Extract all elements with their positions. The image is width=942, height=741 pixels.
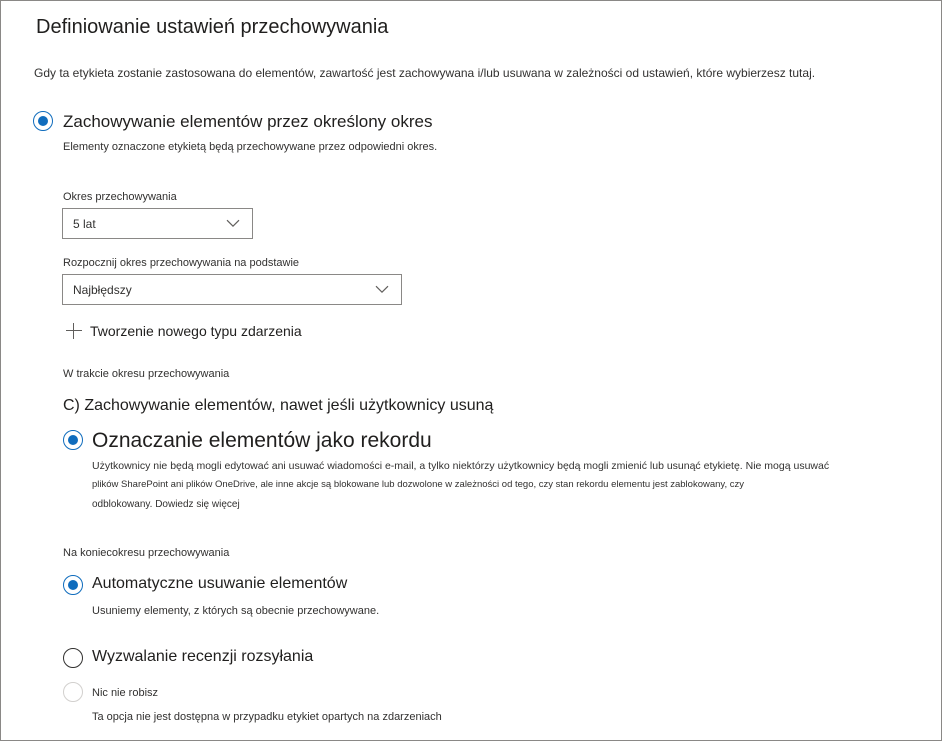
retention-period-label: Okres przechowywania bbox=[63, 191, 177, 203]
mark-record-label[interactable]: Oznaczanie elementów jako rekordu bbox=[92, 429, 432, 453]
do-nothing-radio bbox=[63, 682, 83, 702]
retention-period-dropdown[interactable]: 5 lat bbox=[62, 208, 253, 239]
add-icon[interactable] bbox=[66, 323, 82, 339]
chevron-down-icon bbox=[375, 285, 389, 293]
retention-period-value: 5 lat bbox=[73, 216, 96, 231]
retention-settings-panel: Definiowanie ustawień przechowywania Gdy… bbox=[0, 0, 942, 741]
auto-delete-radio[interactable] bbox=[63, 575, 83, 595]
retain-period-description: Elementy oznaczone etykietą będą przecho… bbox=[63, 141, 438, 153]
disposition-review-label[interactable]: Wyzwalanie recenzji rozsyłania bbox=[92, 648, 313, 666]
create-event-type-link[interactable]: Tworzenie nowego typu zdarzenia bbox=[90, 323, 302, 339]
retain-period-radio[interactable] bbox=[33, 111, 53, 131]
during-period-label: W trakcie okresu przechowywania bbox=[63, 368, 230, 380]
do-nothing-description: Ta opcja nie jest dostępna w przypadku e… bbox=[92, 711, 442, 723]
mark-record-description-3: odblokowany. Dowiedz się więcej bbox=[92, 499, 240, 510]
start-based-on-dropdown[interactable]: Najbłędszy bbox=[62, 274, 402, 305]
mark-record-description-1: Użytkownicy nie będą mogli edytować ani … bbox=[92, 460, 830, 472]
chevron-down-icon bbox=[226, 219, 240, 227]
page-intro: Gdy ta etykieta zostanie zastosowana do … bbox=[34, 66, 816, 80]
auto-delete-description: Usuniemy elementy, z których są obecnie … bbox=[92, 605, 380, 617]
end-of-period-label: Na koniecokresu przechowywania bbox=[63, 547, 230, 559]
start-based-on-label: Rozpocznij okres przechowywania na podst… bbox=[63, 257, 300, 269]
auto-delete-label[interactable]: Automatyczne usuwanie elementów bbox=[92, 575, 347, 593]
retain-period-label[interactable]: Zachowywanie elementów przez określony o… bbox=[63, 112, 432, 132]
start-based-on-value: Najbłędszy bbox=[73, 282, 132, 297]
mark-record-radio[interactable] bbox=[63, 430, 83, 450]
do-nothing-label: Nic nie robisz bbox=[92, 687, 159, 699]
disposition-review-radio[interactable] bbox=[63, 648, 83, 668]
keep-if-deleted-text: C) Zachowywanie elementów, nawet jeśli u… bbox=[63, 397, 494, 414]
page-title: Definiowanie ustawień przechowywania bbox=[36, 16, 389, 38]
mark-record-description-2: plików SharePoint ani plików OneDrive, a… bbox=[92, 479, 744, 490]
